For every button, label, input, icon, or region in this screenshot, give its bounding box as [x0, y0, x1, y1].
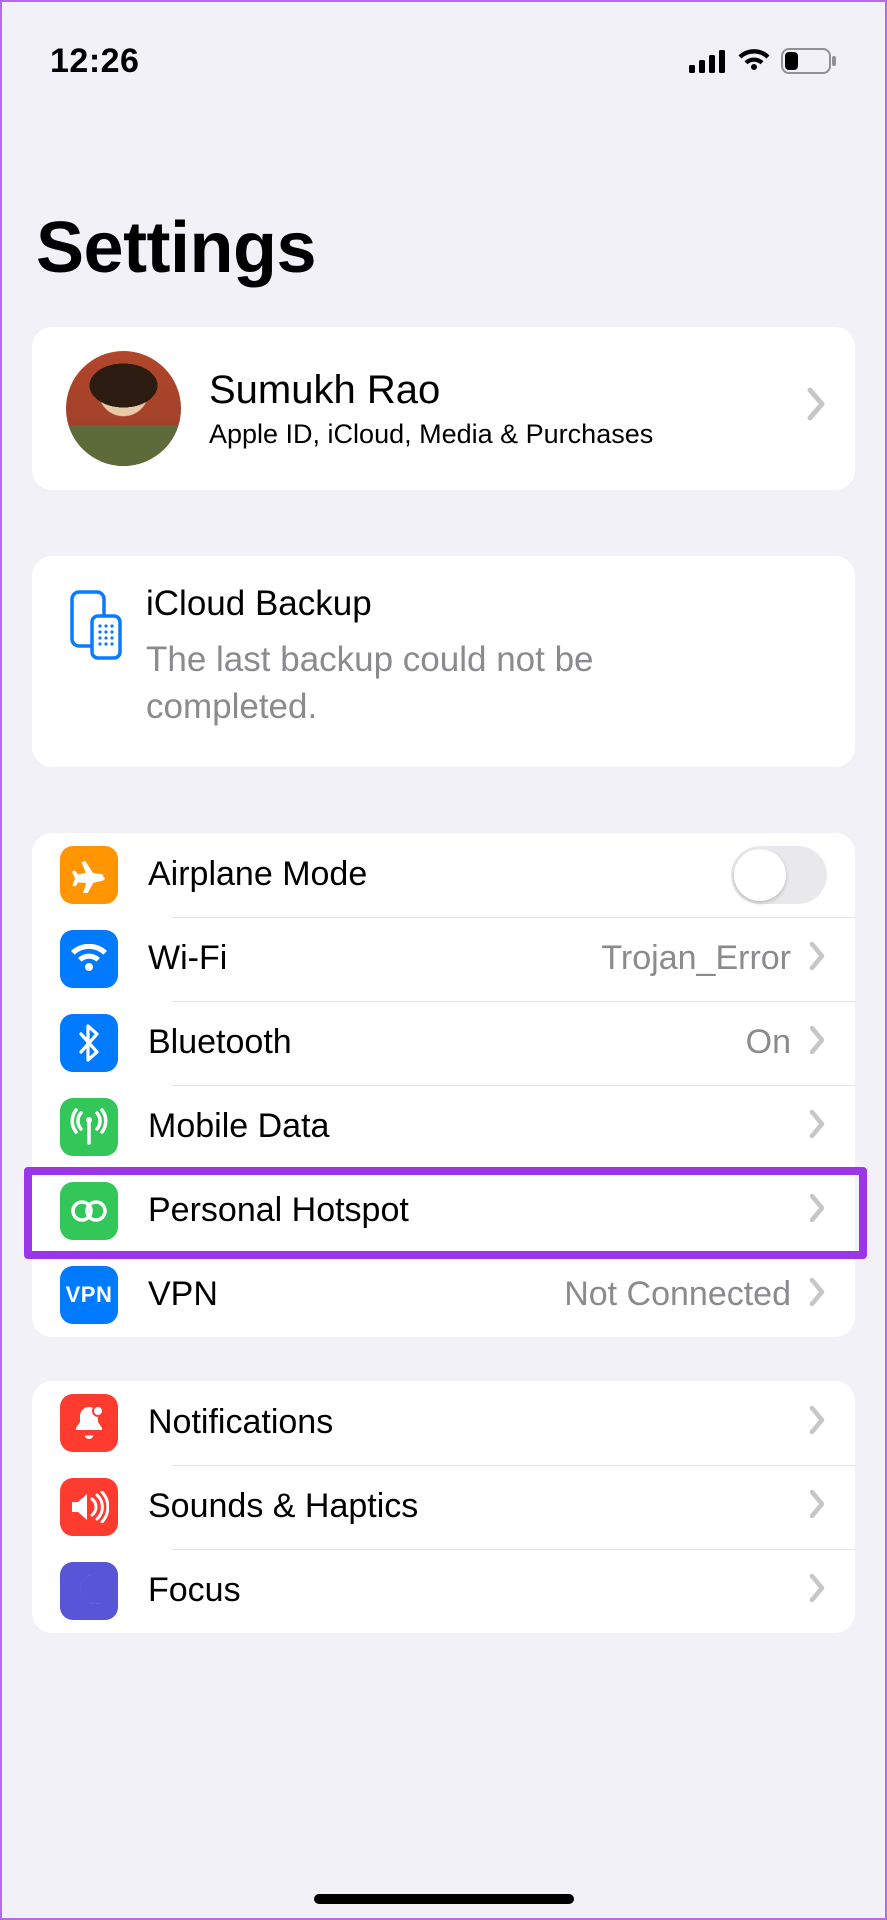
bluetooth-label: Bluetooth: [148, 1023, 746, 1062]
personal-hotspot-row[interactable]: Personal Hotspot: [32, 1169, 855, 1253]
chevron-right-icon: [809, 1020, 827, 1065]
backup-title: iCloud Backup: [146, 584, 666, 624]
status-indicators: [689, 48, 837, 74]
vpn-badge-text: VPN: [66, 1282, 113, 1308]
bluetooth-detail: On: [746, 1023, 791, 1062]
wifi-settings-icon: [60, 930, 118, 988]
airplane-mode-label: Airplane Mode: [148, 855, 731, 894]
mobile-data-label: Mobile Data: [148, 1107, 799, 1146]
bluetooth-row[interactable]: Bluetooth On: [32, 1001, 855, 1085]
avatar: [66, 351, 181, 466]
bell-icon: [60, 1394, 118, 1452]
profile-text: Sumukh Rao Apple ID, iCloud, Media & Pur…: [209, 368, 797, 450]
sounds-row[interactable]: Sounds & Haptics: [32, 1465, 855, 1549]
icloud-backup-group[interactable]: iCloud Backup The last backup could not …: [32, 556, 855, 767]
chevron-right-icon: [807, 386, 827, 431]
mobile-data-row[interactable]: Mobile Data: [32, 1085, 855, 1169]
chevron-right-icon: [809, 1272, 827, 1317]
chevron-right-icon: [809, 1104, 827, 1149]
chevron-right-icon: [809, 1484, 827, 1529]
status-bar: 12:26: [2, 2, 885, 102]
focus-row[interactable]: Focus: [32, 1549, 855, 1633]
wifi-icon: [737, 49, 771, 73]
apple-id-row[interactable]: Sumukh Rao Apple ID, iCloud, Media & Pur…: [32, 327, 855, 490]
chevron-right-icon: [809, 1188, 827, 1233]
wifi-label: Wi-Fi: [148, 939, 601, 978]
airplane-mode-toggle[interactable]: [731, 846, 827, 904]
vpn-icon: VPN: [60, 1266, 118, 1324]
connectivity-group: Airplane Mode Wi-Fi Trojan_Error Bluetoo…: [32, 833, 855, 1337]
system-group: Notifications Sounds & Haptics Focus: [32, 1381, 855, 1633]
wifi-row[interactable]: Wi-Fi Trojan_Error: [32, 917, 855, 1001]
chevron-right-icon: [809, 1568, 827, 1613]
personal-hotspot-label: Personal Hotspot: [148, 1191, 799, 1230]
moon-icon: [60, 1562, 118, 1620]
antenna-icon: [60, 1098, 118, 1156]
profile-subtitle: Apple ID, iCloud, Media & Purchases: [209, 419, 797, 450]
battery-icon: [781, 48, 837, 74]
chevron-right-icon: [809, 936, 827, 981]
chevron-right-icon: [809, 1400, 827, 1445]
backup-message: The last backup could not be completed.: [146, 636, 666, 731]
airplane-icon: [60, 846, 118, 904]
cellular-icon: [689, 49, 727, 73]
page-title: Settings: [2, 102, 885, 309]
wifi-detail: Trojan_Error: [601, 939, 791, 978]
status-time: 12:26: [50, 42, 139, 81]
hotspot-icon: [60, 1182, 118, 1240]
sounds-label: Sounds & Haptics: [148, 1487, 799, 1526]
home-indicator: [314, 1894, 574, 1904]
devices-icon: [60, 584, 132, 731]
profile-name: Sumukh Rao: [209, 368, 797, 413]
airplane-mode-row[interactable]: Airplane Mode: [32, 833, 855, 917]
speaker-icon: [60, 1478, 118, 1536]
notifications-row[interactable]: Notifications: [32, 1381, 855, 1465]
vpn-label: VPN: [148, 1275, 564, 1314]
focus-label: Focus: [148, 1571, 799, 1610]
vpn-detail: Not Connected: [564, 1275, 791, 1314]
profile-group: Sumukh Rao Apple ID, iCloud, Media & Pur…: [32, 327, 855, 490]
notifications-label: Notifications: [148, 1403, 799, 1442]
bluetooth-icon: [60, 1014, 118, 1072]
vpn-row[interactable]: VPN VPN Not Connected: [32, 1253, 855, 1337]
